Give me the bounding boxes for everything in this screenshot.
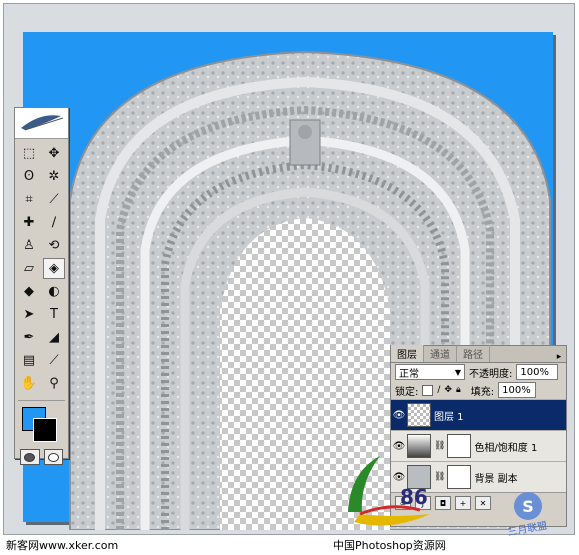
shape-icon[interactable]: ◢	[43, 327, 65, 348]
brush-icon[interactable]: ∕	[43, 212, 65, 233]
fill-value: 100%	[502, 384, 531, 396]
crop-icon[interactable]: ⌗	[18, 189, 40, 210]
lock-row: 锁定: ∕ ✥ 🔒︎ 填充: 100%	[391, 381, 566, 399]
toolbox-panel: ⬚ ✥ ʘ ✲ ⌗ ⟋ ✚ ∕ ♙ ⟲ ▱ ◈ ◆ ◐ ➤ T ✒ ◢ ▤ ⟋ ✋ ⚲	[14, 107, 69, 465]
caption-left: 新客网www.xker.com	[6, 539, 119, 552]
color-swatches	[15, 403, 68, 447]
lasso-icon[interactable]: ʘ	[18, 166, 40, 187]
logo-number: 86	[400, 485, 428, 509]
lock-move-icon[interactable]: ✥	[444, 385, 452, 395]
watermark-logo: S 三月联盟	[507, 492, 548, 536]
standard-mode-button[interactable]	[20, 449, 40, 465]
fill-label: 填充:	[470, 386, 495, 398]
slice-icon[interactable]: ⟋	[43, 189, 65, 210]
svg-text:S: S	[522, 497, 534, 516]
caption-center: 中国Photoshop资源网	[333, 539, 446, 552]
opacity-label: 不透明度:	[469, 368, 513, 380]
blend-row: 正常 ▼ 不透明度: 100%	[391, 363, 566, 381]
toolbox-header[interactable]	[15, 108, 68, 139]
blend-mode-select[interactable]: 正常 ▼	[395, 364, 465, 380]
clone-stamp-icon[interactable]: ♙	[18, 235, 40, 256]
eye-icon[interactable]: 👁︎	[391, 441, 407, 452]
move-icon[interactable]: ✥	[43, 143, 65, 164]
site-logo-86: 86	[348, 456, 430, 526]
history-brush-icon[interactable]: ⟲	[43, 235, 65, 256]
healing-brush-icon[interactable]: ✚	[18, 212, 40, 233]
mask-mode-buttons	[15, 447, 68, 467]
marquee-icon[interactable]: ⬚	[18, 143, 40, 164]
lock-transparency-icon[interactable]	[422, 384, 434, 396]
lock-all-icon[interactable]: 🔒︎	[456, 385, 461, 395]
path-selection-icon[interactable]: ➤	[18, 304, 40, 325]
notes-icon[interactable]: ▤	[18, 350, 40, 371]
tool-grid: ⬚ ✥ ʘ ✲ ⌗ ⟋ ✚ ∕ ♙ ⟲ ▱ ◈ ◆ ◐ ➤ T ✒ ◢ ▤ ⟋ ✋ ⚲	[15, 139, 68, 398]
blend-mode-value: 正常	[399, 368, 419, 380]
eye-icon[interactable]: 👁︎	[391, 410, 407, 421]
tab-paths[interactable]: 路径	[457, 345, 490, 362]
quick-mask-button[interactable]	[43, 449, 63, 465]
pen-icon[interactable]: ✒	[18, 327, 40, 348]
lock-label: 锁定:	[395, 386, 419, 398]
panel-menu-icon[interactable]: ▸	[552, 352, 566, 362]
lock-brush-icon[interactable]: ∕	[437, 385, 440, 395]
tab-channels[interactable]: 通道	[424, 345, 457, 362]
opacity-field[interactable]: 100%	[516, 364, 559, 380]
eyedropper-icon[interactable]: ⟋	[43, 350, 65, 371]
fill-field[interactable]: 100%	[498, 382, 537, 398]
tab-layers[interactable]: 图层	[391, 345, 424, 362]
watermark-text: 三月联盟	[507, 520, 548, 536]
hand-icon[interactable]: ✋	[18, 373, 40, 394]
magic-wand-icon[interactable]: ✲	[43, 166, 65, 187]
dodge-icon[interactable]: ◐	[43, 281, 65, 302]
blur-icon[interactable]: ◆	[18, 281, 40, 302]
type-icon[interactable]: T	[43, 304, 65, 325]
background-color-swatch[interactable]	[33, 418, 57, 442]
layer-name: 色相/饱和度 1	[474, 442, 538, 454]
layer-name: 图层 1	[434, 411, 464, 423]
eraser-icon[interactable]: ▱	[18, 258, 40, 279]
zoom-icon[interactable]: ⚲	[43, 373, 65, 394]
opacity-value: 100%	[520, 366, 549, 378]
paint-bucket-icon[interactable]: ◈	[43, 258, 65, 279]
chevron-down-icon: ▼	[454, 367, 461, 377]
layer-name: 背景 副本	[474, 473, 518, 485]
layers-tabs: 图层 通道 路径 ▸	[391, 345, 566, 363]
layer-thumbnail	[407, 403, 431, 427]
feather-logo-icon	[21, 115, 64, 131]
layer-row[interactable]: 👁︎ 图层 1	[391, 399, 566, 430]
chain-icon: ⛓︎	[434, 441, 446, 451]
